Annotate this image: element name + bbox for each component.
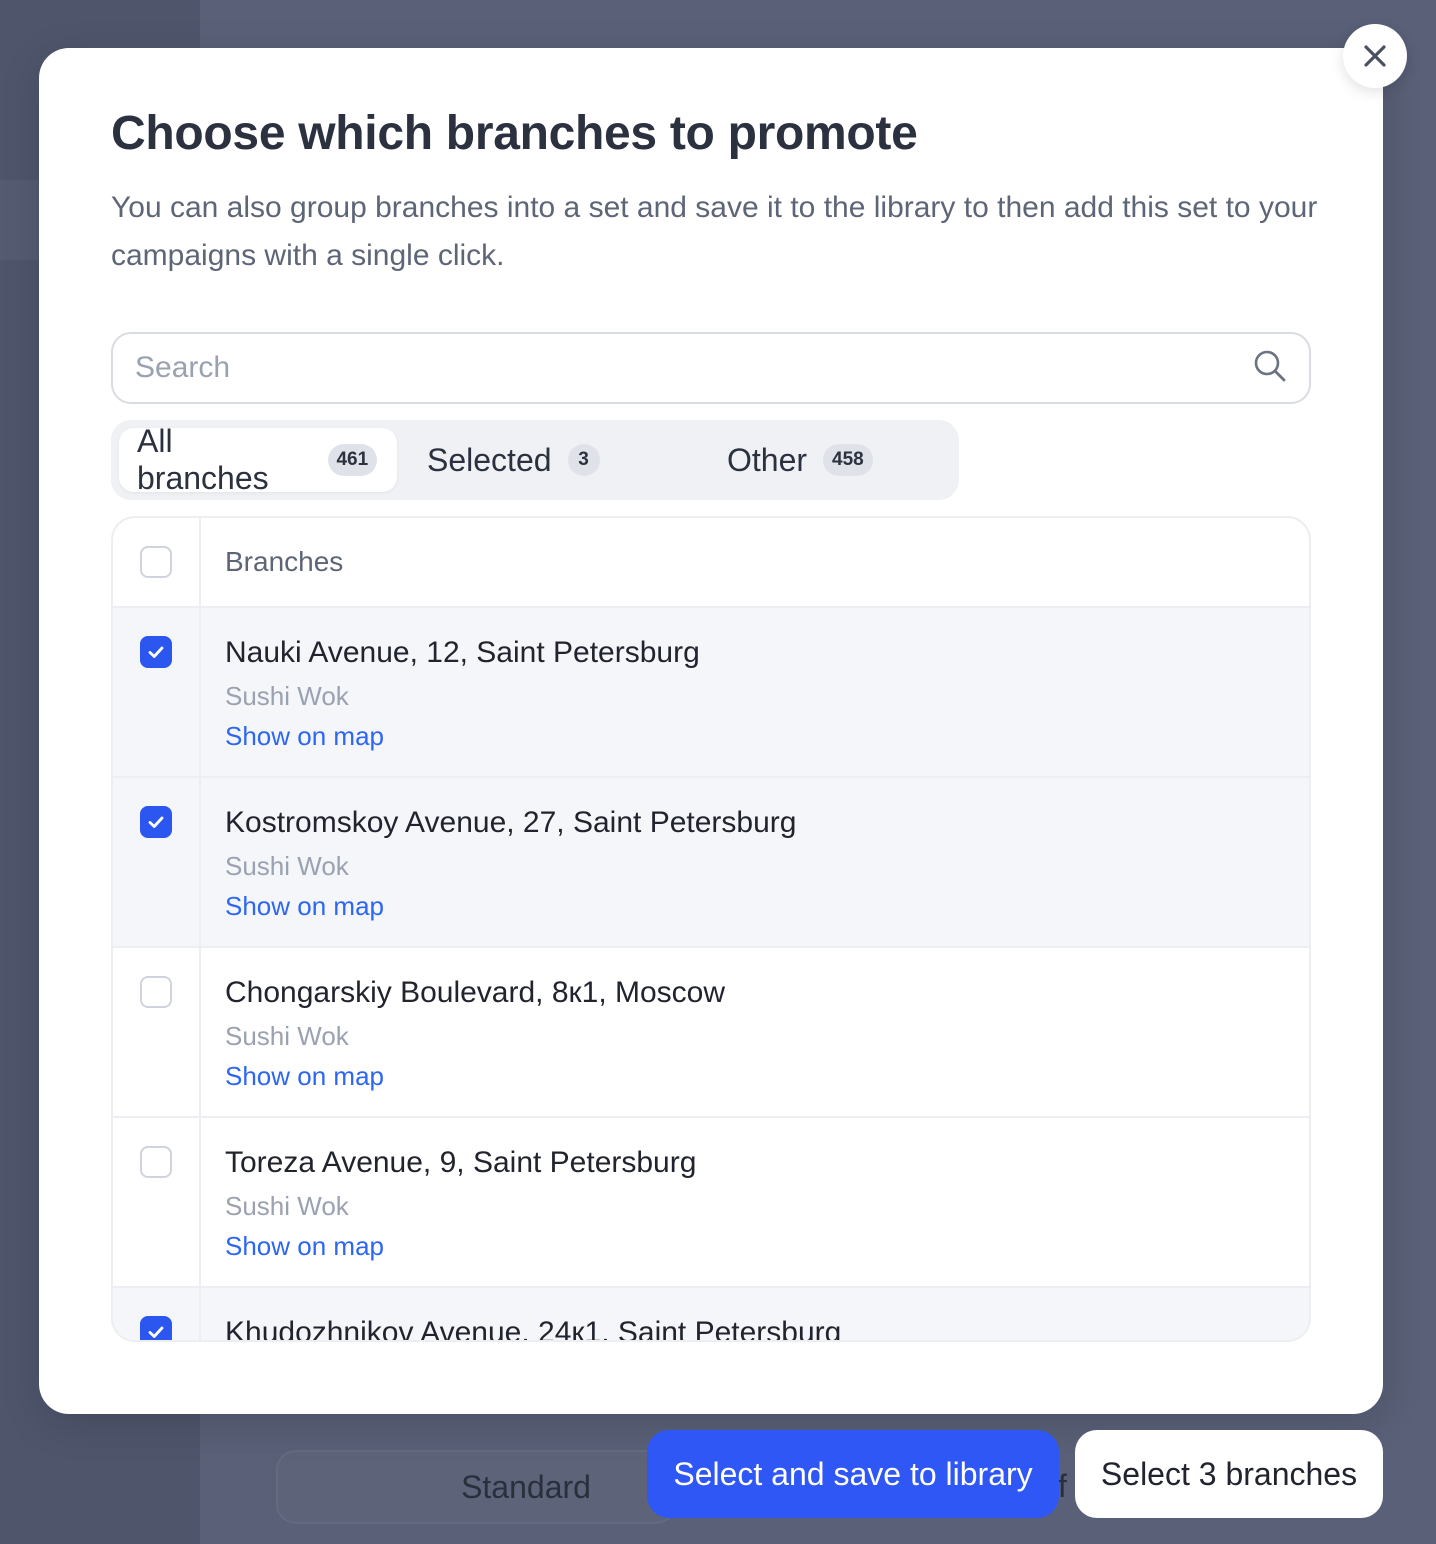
search-box — [111, 332, 1311, 404]
branch-info: Chongarskiy Boulevard, 8к1, Moscow Sushi… — [201, 948, 1309, 1116]
row-checkbox-cell — [113, 778, 201, 946]
checkmark-icon — [148, 646, 164, 658]
branch-address: Kostromskoy Avenue, 27, Saint Petersburg — [225, 806, 797, 839]
tab-all-branches[interactable]: All branches 461 — [119, 423, 397, 496]
branch-info: Khudozhnikov Avenue, 24к1, Saint Petersb… — [201, 1288, 1309, 1342]
tab-label: All branches — [137, 423, 269, 496]
show-on-map-link[interactable]: Show on map — [225, 1061, 1309, 1091]
row-checkbox-cell — [113, 608, 201, 776]
branches-column-header: Branches — [225, 546, 344, 577]
close-icon — [1364, 45, 1386, 67]
background-standard-label: Standard — [461, 1468, 591, 1505]
branch-info: Toreza Avenue, 9, Saint Petersburg Sushi… — [201, 1118, 1309, 1286]
tab-label: Selected — [427, 441, 552, 478]
table-row: Chongarskiy Boulevard, 8к1, Moscow Sushi… — [113, 948, 1309, 1118]
modal-subtitle: You can also group branches into a set a… — [111, 191, 1318, 272]
background-peek-text: f — [1058, 1468, 1067, 1504]
search-input[interactable] — [135, 351, 1253, 385]
branch-info: Nauki Avenue, 12, Saint Petersburg Sushi… — [201, 608, 1309, 776]
branch-address: Nauki Avenue, 12, Saint Petersburg — [225, 636, 700, 669]
branch-address: Chongarskiy Boulevard, 8к1, Moscow — [225, 976, 726, 1009]
tab-count-badge: 461 — [327, 444, 377, 476]
tab-label: Other — [727, 441, 808, 478]
show-on-map-link[interactable]: Show on map — [225, 1231, 1309, 1261]
select-and-save-button[interactable]: Select and save to library — [647, 1430, 1059, 1518]
branch-organization: Sushi Wok — [225, 1021, 349, 1051]
row-checkbox[interactable] — [140, 1316, 172, 1340]
select-all-checkbox[interactable] — [140, 546, 172, 578]
tab-other[interactable]: Other 458 — [689, 428, 893, 492]
branch-organization: Sushi Wok — [225, 851, 349, 881]
branch-organization: Sushi Wok — [225, 681, 349, 711]
row-checkbox-cell — [113, 1288, 201, 1340]
table-header-row: Branches — [113, 518, 1309, 608]
row-checkbox-cell — [113, 1118, 201, 1286]
close-button[interactable] — [1343, 24, 1407, 88]
checkmark-icon — [148, 1326, 164, 1338]
row-checkbox[interactable] — [140, 976, 172, 1008]
table-row: Nauki Avenue, 12, Saint Petersburg Sushi… — [113, 608, 1309, 778]
branch-organization: Sushi Wok — [225, 1191, 349, 1221]
tab-selected[interactable]: Selected 3 — [397, 428, 689, 492]
select-all-cell — [113, 518, 201, 606]
table-row: Toreza Avenue, 9, Saint Petersburg Sushi… — [113, 1118, 1309, 1288]
branch-address: Khudozhnikov Avenue, 24к1, Saint Petersb… — [225, 1316, 842, 1342]
branch-address: Toreza Avenue, 9, Saint Petersburg — [225, 1146, 697, 1179]
row-checkbox-cell — [113, 948, 201, 1116]
branch-info: Kostromskoy Avenue, 27, Saint Petersburg… — [201, 778, 1309, 946]
branches-table[interactable]: Branches Nauki Avenue, 12, Saint Petersb… — [111, 516, 1311, 1342]
show-on-map-link[interactable]: Show on map — [225, 721, 1309, 751]
checkmark-icon — [148, 816, 164, 828]
show-on-map-link[interactable]: Show on map — [225, 891, 1309, 921]
tab-count-badge: 458 — [823, 444, 873, 476]
branch-filter-tabs: All branches 461 Selected 3 Other 458 — [111, 420, 959, 500]
search-icon[interactable] — [1253, 349, 1287, 388]
tab-count-badge: 3 — [567, 444, 600, 476]
table-row: Khudozhnikov Avenue, 24к1, Saint Petersb… — [113, 1288, 1309, 1342]
row-checkbox[interactable] — [140, 636, 172, 668]
row-checkbox[interactable] — [140, 1146, 172, 1178]
modal-title: Choose which branches to promote — [111, 107, 918, 160]
branches-modal: Choose which branches to promote You can… — [39, 48, 1383, 1414]
select-branches-button[interactable]: Select 3 branches — [1075, 1430, 1383, 1518]
background-standard-field: Standard — [276, 1450, 676, 1524]
table-row: Kostromskoy Avenue, 27, Saint Petersburg… — [113, 778, 1309, 948]
row-checkbox[interactable] — [140, 806, 172, 838]
